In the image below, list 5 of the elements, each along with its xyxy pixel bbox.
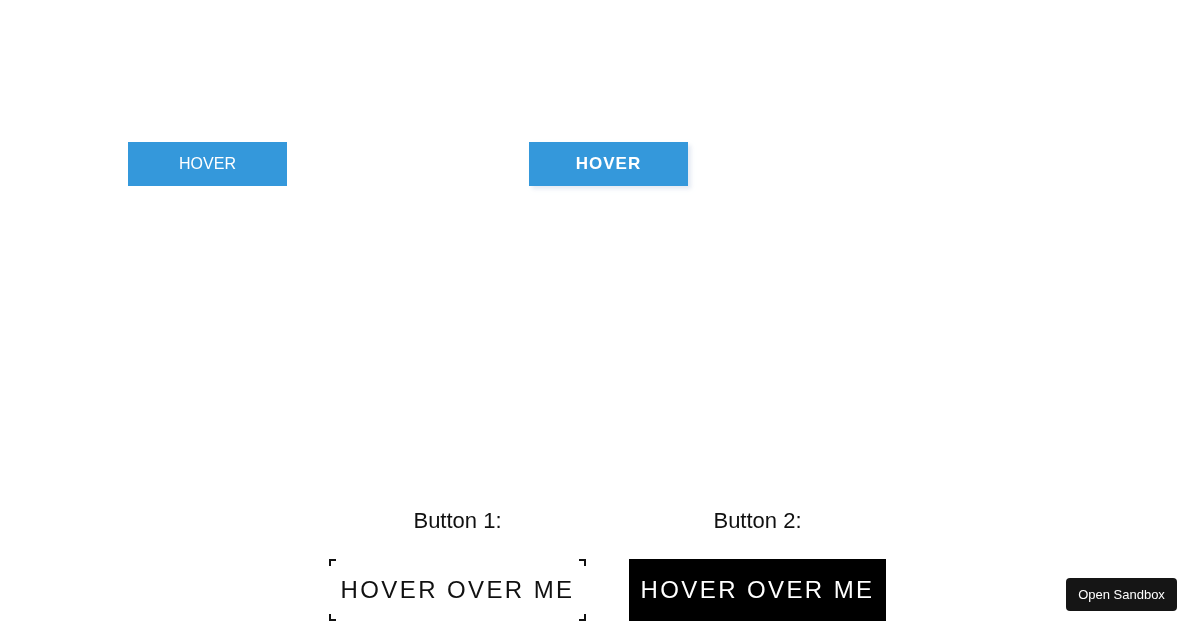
- hover-over-me-button[interactable]: HOVER OVER ME: [329, 559, 586, 621]
- button-caption: Button 1:: [413, 508, 502, 534]
- hover-over-me-button[interactable]: HOVER OVER ME: [629, 559, 886, 621]
- open-sandbox-button[interactable]: Open Sandbox: [1066, 578, 1177, 611]
- button-caption: Button 2:: [713, 508, 802, 534]
